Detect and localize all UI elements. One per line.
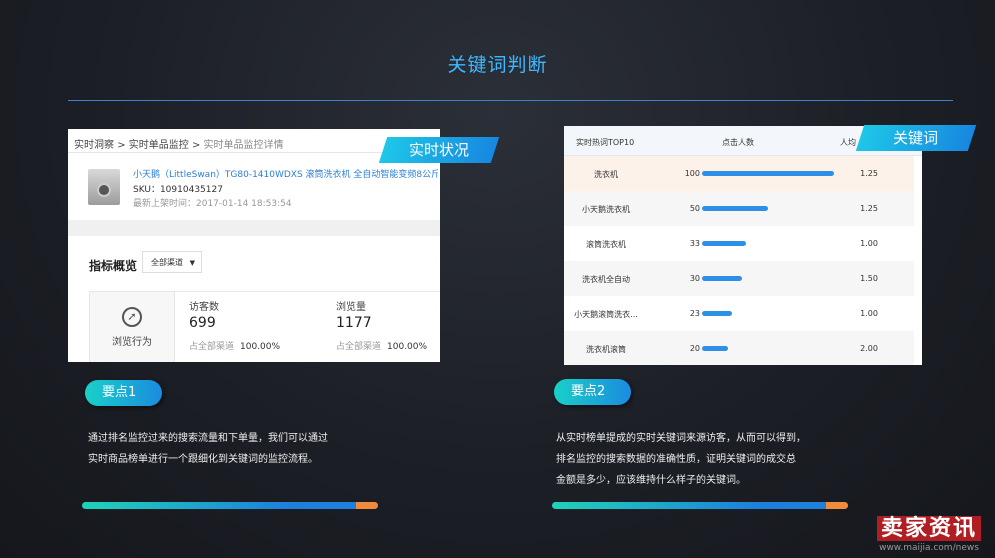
realtime-monitor-screenshot: 实时洞察 > 实时单品监控 > 实时单品监控详情 小天鹅（LittleSwan）… (68, 129, 440, 362)
avg-cell: 1.00 (860, 239, 878, 248)
progress-bar-end (356, 502, 378, 509)
keyword-row[interactable]: 滚筒洗衣机 33 1.00 (564, 226, 914, 261)
metrics-panel: ➚ 浏览行为 访客数 699 占全部渠道 100.00% 浏览量 1177 占全部… (89, 291, 440, 362)
behavior-label: 浏览行为 (112, 337, 152, 348)
click-count-bar (702, 346, 728, 351)
click-count-bar (702, 311, 732, 316)
point-2-line: 排名监控的搜索数据的准确性质，证明关键词的成交总 (556, 454, 796, 465)
channel-select-value: 全部渠道 (151, 258, 183, 267)
washer-door-icon (97, 183, 111, 197)
keyword-cell: 洗衣机滚筒 (586, 345, 626, 354)
realtime-status-label: 实时状况 (408, 141, 469, 159)
pageviews-label: 浏览量 (336, 302, 366, 313)
breadcrumb-item[interactable]: 实时洞察 (74, 140, 114, 151)
avg-cell: 1.50 (860, 274, 878, 283)
watermark-brand: 卖家资讯 (876, 516, 981, 541)
keyword-row[interactable]: 洗衣机滚筒 20 2.00 (564, 331, 914, 365)
watermark-url: www.maijia.com/news (879, 543, 979, 553)
breadcrumb-item[interactable]: 实时单品监控 (129, 140, 189, 151)
keyword-row[interactable]: 小天鹅滚筒洗衣... 23 1.00 (564, 296, 914, 331)
breadcrumb-separator: > (117, 140, 126, 151)
compass-icon: ➚ (122, 307, 142, 327)
breadcrumb-current: 实时单品监控详情 (203, 140, 284, 151)
keyword-cell: 小天鹅洗衣机 (582, 205, 630, 214)
keyword-tag: 关键词 (855, 125, 977, 151)
point-1-description: 通过排名监控过来的搜索流量和下单量，我们可以通过 实时商品榜单进行一个跟细化到关… (88, 428, 378, 470)
point-1-badge: 要点1 (85, 380, 162, 406)
click-count-cell: 100 (684, 169, 700, 178)
point-2-line: 金额是多少，应该维持什么样子的关键词。 (556, 475, 746, 486)
keyword-cell: 小天鹅滚筒洗衣... (574, 310, 638, 319)
progress-bar-end (826, 502, 848, 509)
overview-title: 指标概览 (89, 259, 138, 273)
breadcrumb-separator: > (191, 140, 201, 151)
point-2-progress-bar (552, 502, 848, 509)
click-count-cell: 23 (689, 309, 700, 318)
keyword-tag-label: 关键词 (893, 129, 939, 147)
product-listing-time: 最新上架时间：2017-01-14 18:53:54 (133, 199, 292, 209)
breadcrumb: 实时洞察 > 实时单品监控 > 实时单品监控详情 (74, 136, 284, 151)
point-1-line: 通过排名监控过来的搜索流量和下单量，我们可以通过 (88, 433, 328, 444)
avg-cell: 2.00 (860, 344, 878, 353)
point-2-description: 从实时榜单提成的实时关键词来源访客，从而可以得到， 排名监控的搜索数据的准确性质… (556, 428, 856, 491)
channel-select[interactable]: 全部渠道 ▼ (142, 251, 202, 273)
click-count-cell: 20 (689, 344, 700, 353)
caret-down-icon: ▼ (189, 259, 195, 267)
pageviews-share: 占全部渠道 100.00% (336, 339, 427, 352)
header-clicks: 点击人数 (722, 138, 754, 147)
click-count-bar (702, 171, 834, 176)
keyword-cell: 洗衣机 (594, 170, 618, 179)
washing-machine-thumbnail[interactable] (88, 169, 120, 205)
section-separator (68, 220, 440, 236)
visitors-share: 占全部渠道 100.00% (189, 339, 280, 352)
click-count-cell: 50 (689, 204, 700, 213)
realtime-status-tag: 实时状况 (378, 137, 500, 163)
visitors-label: 访客数 (189, 302, 219, 313)
title-divider (68, 100, 953, 101)
behavior-category[interactable]: ➚ 浏览行为 (90, 292, 175, 362)
avg-cell: 1.25 (860, 204, 878, 213)
keyword-cell: 洗衣机全自动 (582, 275, 630, 284)
product-name-link[interactable]: 小天鹅（LittleSwan）TG80-1410WDXS 滚筒洗衣机 全自动智能… (133, 167, 438, 180)
avg-cell: 1.25 (860, 169, 878, 178)
point-1-progress-bar (82, 502, 378, 509)
header-avg: 人均 (840, 138, 856, 147)
point-2-line: 从实时榜单提成的实时关键词来源访客，从而可以得到， (556, 433, 806, 444)
keyword-row[interactable]: 小天鹅洗衣机 50 1.25 (564, 191, 914, 226)
watermark: 卖家资讯 www.maijia.com/news (867, 510, 991, 553)
hot-keywords-screenshot: 实时热词TOP10 点击人数 人均 洗衣机 100 1.25 小天鹅洗衣机 50 1.25… (564, 126, 922, 365)
click-count-bar (702, 206, 768, 211)
keyword-row[interactable]: 洗衣机全自动 30 1.50 (564, 261, 914, 296)
visitors-share-value: 100.00% (240, 342, 281, 352)
click-count-cell: 30 (689, 274, 700, 283)
pageviews-share-value: 100.00% (387, 342, 428, 352)
avg-cell: 1.00 (860, 309, 878, 318)
visitors-value: 699 (189, 315, 216, 331)
click-count-cell: 33 (689, 239, 700, 248)
click-count-bar (702, 276, 742, 281)
keyword-row[interactable]: 洗衣机 100 1.25 (564, 156, 914, 191)
header-keyword: 实时热词TOP10 (576, 138, 635, 147)
click-count-bar (702, 241, 746, 246)
slide-title: 关键词判断 (447, 54, 548, 76)
keyword-cell: 滚筒洗衣机 (586, 240, 626, 249)
product-sku: SKU：10910435127 (133, 185, 223, 195)
point-2-badge: 要点2 (554, 379, 631, 405)
pageviews-value: 1177 (336, 315, 372, 331)
point-1-line: 实时商品榜单进行一个跟细化到关键词的监控流程。 (88, 454, 318, 465)
visitors-share-label: 占全部渠道 (189, 342, 235, 352)
pageviews-share-label: 占全部渠道 (336, 342, 382, 352)
